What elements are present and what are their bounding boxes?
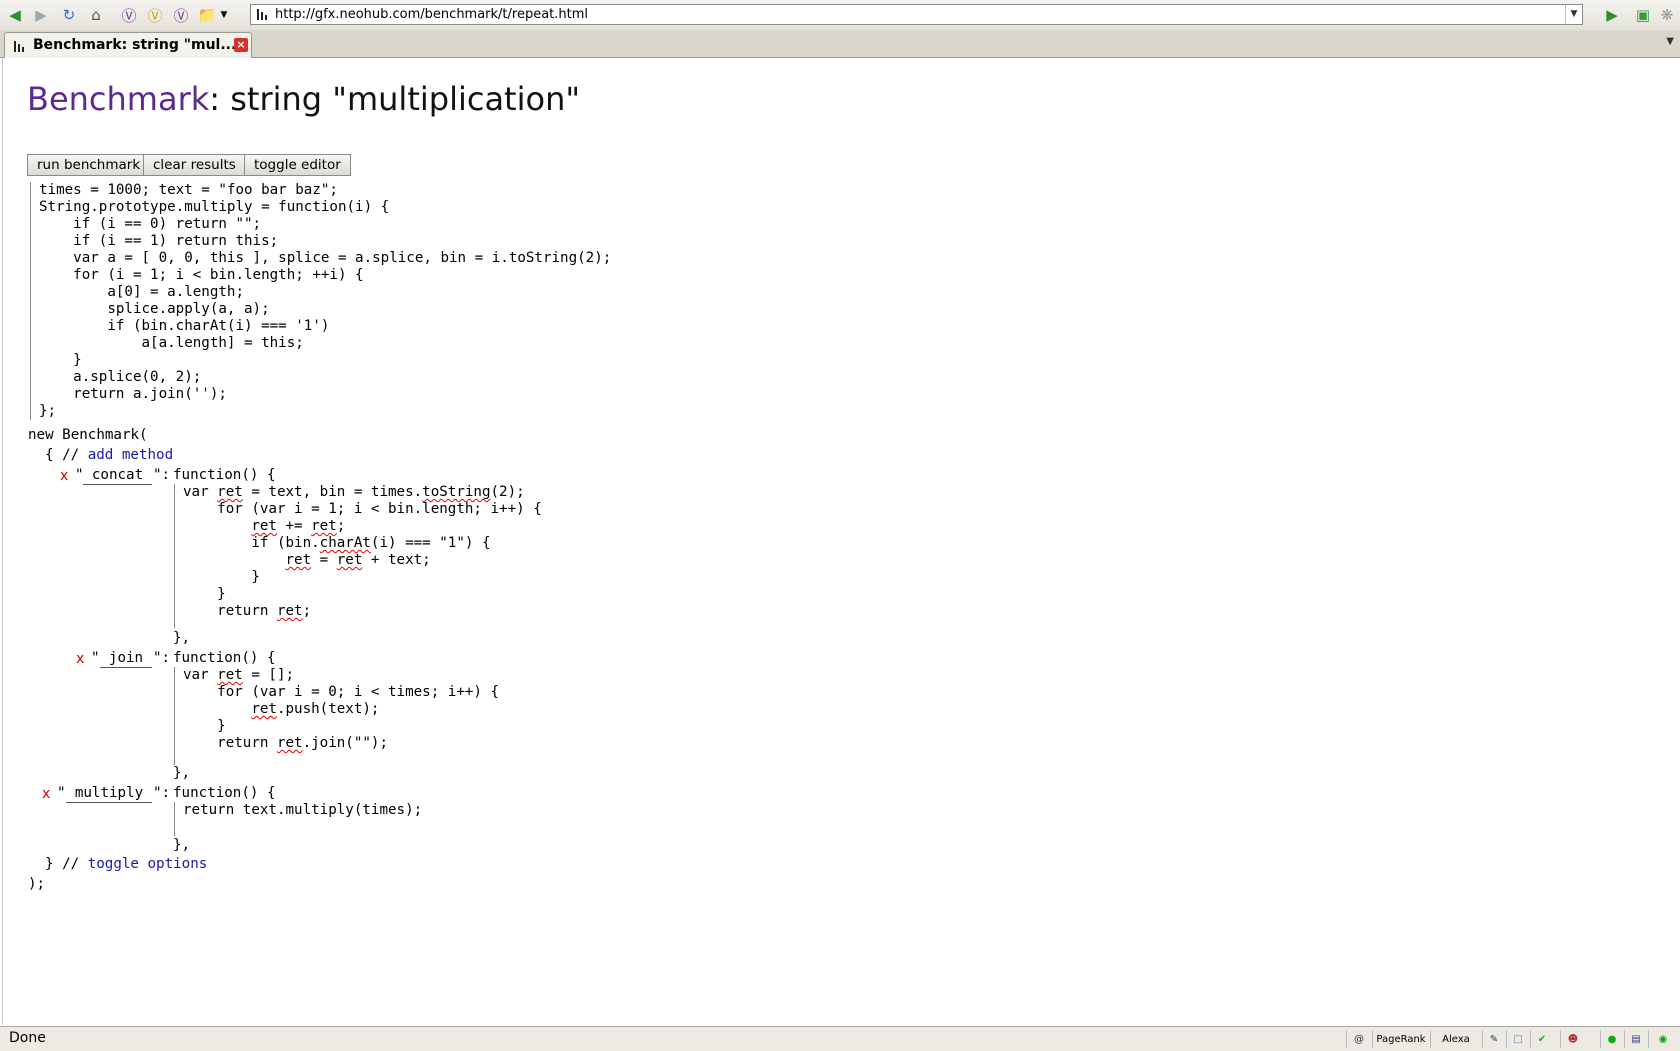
alexa-indicator[interactable]: Alexa: [1430, 1030, 1481, 1048]
function-head: function() {: [173, 467, 276, 483]
translate-alt-icon[interactable]: Ⓥ: [144, 4, 166, 26]
url-bar[interactable]: http://gfx.neohub.com/benchmark/t/repeat…: [250, 4, 1583, 25]
delete-method-join-button[interactable]: x: [76, 651, 84, 667]
at-icon[interactable]: @: [1346, 1030, 1371, 1048]
forward-icon[interactable]: ▶: [30, 4, 52, 26]
delete-method-concat-button[interactable]: x: [60, 468, 68, 484]
status-text: Done: [9, 1030, 46, 1046]
function-head: function() {: [173, 650, 276, 666]
function-head: function() {: [173, 785, 276, 801]
page-title: Benchmark: string "multiplication": [27, 80, 580, 118]
page-icon[interactable]: □: [1506, 1030, 1529, 1048]
reload-icon[interactable]: ↻: [58, 4, 80, 26]
function-end: },: [173, 630, 191, 646]
adblock-icon[interactable]: ◉: [1648, 1030, 1677, 1048]
tab-strip: Benchmark: string "mul... × ▼: [0, 30, 1680, 58]
favicon-icon: [14, 41, 24, 52]
method-body-multiply-editor[interactable]: return text.multiply(times);: [174, 802, 422, 836]
status-bar: Done @ PageRank Alexa ✎ □ ✔ ☻ ● ▤ ◉: [0, 1026, 1680, 1051]
method-name-join-field[interactable]: join: [100, 650, 152, 668]
check-icon[interactable]: ✔: [1530, 1030, 1553, 1048]
edit-icon[interactable]: ✎: [1482, 1030, 1505, 1048]
add-method-link[interactable]: add method: [88, 447, 173, 463]
run-benchmark-button[interactable]: run benchmark: [27, 154, 151, 176]
url-text[interactable]: http://gfx.neohub.com/benchmark/t/repeat…: [275, 5, 588, 24]
bookmark-folder-icon[interactable]: 📁: [196, 4, 218, 26]
quote-close: ":: [153, 467, 171, 483]
tab-close-icon[interactable]: ×: [234, 38, 248, 52]
toggle-options-link[interactable]: toggle options: [88, 856, 208, 872]
translate-third-icon[interactable]: Ⓥ: [170, 4, 192, 26]
open-brace-line: { // add method: [45, 447, 173, 464]
method-name-concat-field[interactable]: concat: [83, 467, 152, 485]
method-name-multiply-field[interactable]: multiply: [66, 785, 152, 803]
quote-close: ":: [153, 650, 171, 666]
toggle-editor-button[interactable]: toggle editor: [244, 154, 351, 176]
new-benchmark-line: new Benchmark(: [28, 427, 148, 443]
go-icon[interactable]: ▶: [1601, 4, 1623, 26]
home-icon[interactable]: ⌂: [85, 4, 107, 26]
back-icon[interactable]: ◀: [4, 4, 26, 26]
favicon-icon: [257, 9, 267, 20]
clear-results-button[interactable]: clear results: [143, 154, 246, 176]
setup-code-editor[interactable]: times = 1000; text = "foo bar baz"; Stri…: [30, 182, 611, 420]
tab-active[interactable]: Benchmark: string "mul... ×: [4, 32, 252, 58]
url-history-dropdown-icon[interactable]: ▼: [1565, 5, 1582, 24]
page-title-brand: Benchmark: [27, 80, 210, 118]
pagerank-indicator[interactable]: PageRank: [1372, 1030, 1429, 1048]
open-brace: { //: [45, 447, 80, 463]
chevron-down-icon[interactable]: ▼: [218, 4, 230, 26]
method-body-concat-editor[interactable]: var ret = text, bin = times.toString(2);…: [174, 484, 542, 628]
quote-close: ":: [153, 785, 171, 801]
function-end: },: [173, 837, 191, 853]
document-icon[interactable]: ▤: [1624, 1030, 1647, 1048]
tab-title: Benchmark: string "mul...: [33, 37, 237, 53]
page-title-rest: : string "multiplication": [209, 80, 581, 118]
greasemonkey-icon[interactable]: ☻: [1560, 1030, 1585, 1048]
translate-icon[interactable]: Ⓥ: [118, 4, 140, 26]
setup-code[interactable]: times = 1000; text = "foo bar baz"; Stri…: [39, 182, 611, 420]
method-body-concat[interactable]: var ret = text, bin = times.toString(2);…: [183, 484, 542, 620]
addon-icon[interactable]: ▣: [1632, 4, 1654, 26]
page-content: Benchmark: string "multiplication" run b…: [2, 58, 1679, 1025]
secure-check-icon: ●: [1600, 1030, 1623, 1048]
close-brace: } //: [45, 856, 80, 872]
tab-list-icon[interactable]: ▼: [1666, 36, 1674, 47]
method-body-join[interactable]: var ret = []; for (var i = 0; i < times;…: [183, 667, 499, 752]
end-line: );: [28, 876, 46, 892]
function-end: },: [173, 765, 191, 781]
throbber-icon: ❋: [1660, 6, 1674, 24]
method-body-multiply[interactable]: return text.multiply(times);: [183, 802, 422, 819]
quote-open: ": [91, 650, 100, 666]
delete-method-multiply-button[interactable]: x: [42, 786, 50, 802]
method-body-join-editor[interactable]: var ret = []; for (var i = 0; i < times;…: [174, 667, 499, 765]
browser-toolbar: ◀ ▶ ↻ ⌂ Ⓥ Ⓥ Ⓥ 📁 ▼ http://gfx.neohub.com/…: [0, 0, 1680, 31]
quote-open: ": [57, 785, 66, 801]
close-brace-line: } // toggle options: [45, 856, 207, 873]
